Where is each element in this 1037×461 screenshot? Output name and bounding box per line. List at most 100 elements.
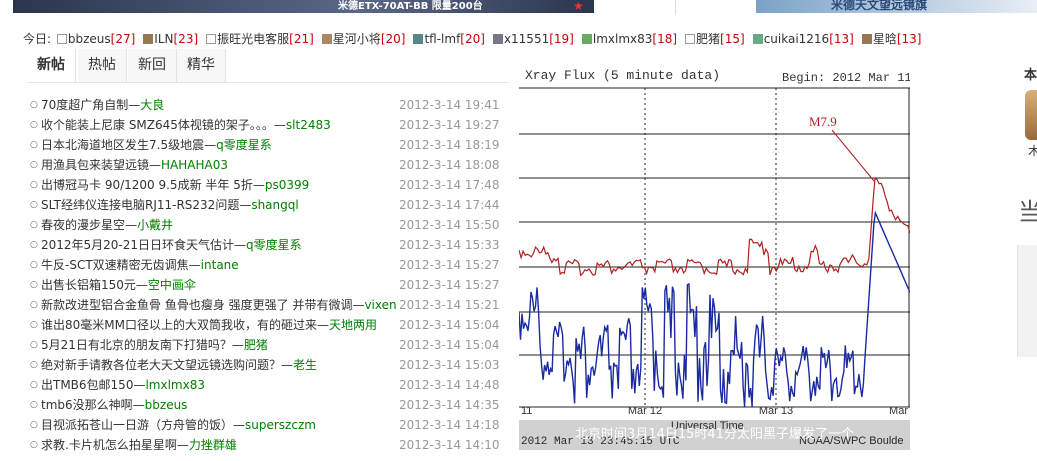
post-title-link[interactable]: 谁出80毫米MM口径以上的大双筒我收，有的砸过来—天地两用 — [41, 315, 377, 335]
right-section-title: 本 — [1024, 68, 1037, 83]
post-author-link[interactable]: 空中画伞 — [148, 278, 196, 292]
post-title: 出售长铝箱150元 — [41, 278, 136, 292]
today-user-link[interactable]: lmxlmx83[18] — [581, 30, 678, 48]
tab-new-posts[interactable]: 新帖 — [27, 49, 76, 82]
post-title-link[interactable]: 春夜的漫步星空—小戴井 — [41, 215, 173, 235]
post-separator: — — [352, 298, 365, 312]
post-title-link[interactable]: 目视派拓苍山一日游（方舟管的饭）—superszczm — [41, 415, 316, 435]
post-author-link[interactable]: intane — [201, 258, 239, 272]
list-item: ○ 日本北海道地区发生7.5级地震—q零度星系 2012-3-14 18:19 — [30, 135, 500, 155]
post-title-link[interactable]: 新款改进型铝合金鱼骨 鱼骨也瘦身 强度更强了 并带有微调—vixen — [41, 295, 397, 315]
post-title: 70度超广角自制 — [41, 98, 129, 112]
post-author-link[interactable]: q零度星系 — [216, 138, 272, 152]
post-title-link[interactable]: 用渔具包来装望远镜—HAHAHA03 — [41, 155, 228, 175]
chart-x-tick-label: 11 — [521, 405, 532, 417]
post-title-link[interactable]: 牛反-SCT双速精密无齿调焦—intane — [41, 255, 239, 275]
post-title-link[interactable]: 2012年5月20-21日日环食天气估计—q零度星系 — [41, 235, 302, 255]
post-title: SLT经纬仪连接电脑RJ11-RS232问题 — [41, 198, 240, 212]
chart-x-tick-label: Mar 13 — [759, 405, 793, 417]
today-user-link[interactable]: 星河小将[20] — [321, 30, 406, 48]
post-title: 出博冠马卡 90/1200 9.5成新 半年 5折 — [41, 178, 253, 192]
today-user-link[interactable]: 振旺光电客服[21] — [206, 30, 314, 48]
post-author-link[interactable]: ps0399 — [265, 178, 309, 192]
post-title-link[interactable]: 求教.卡片机怎么拍星星啊—力挫群雄 — [41, 435, 237, 455]
today-user-count: [18] — [652, 32, 678, 46]
today-user-link[interactable]: ILN[23] — [143, 30, 198, 48]
chart-header-right: Begin: 2012 Mar 11 — [782, 71, 910, 85]
avatar-name[interactable]: 木 — [1028, 142, 1037, 159]
post-author-link[interactable]: bbzeus — [145, 398, 188, 412]
top-banner-ad[interactable]: 米德ETX-70AT-BB 限量200台 ★ — [13, 0, 594, 13]
post-title-link[interactable]: 绝对新手请教各位老大天文望远镜选购问题？—老生 — [41, 355, 317, 375]
today-user-link[interactable]: tfl-lmf[20] — [413, 30, 485, 48]
post-title-link[interactable]: 出售长铝箱150元—空中画伞 — [41, 275, 196, 295]
post-author-link[interactable]: slt2483 — [286, 118, 331, 132]
list-item: ○ 出博冠马卡 90/1200 9.5成新 半年 5折—ps0399 2012-3-… — [30, 175, 500, 195]
post-title: 求教.卡片机怎么拍星星啊 — [41, 438, 177, 452]
today-user-link[interactable]: cuikai1216[13] — [752, 30, 854, 48]
post-author-link[interactable]: q零度星系 — [246, 238, 302, 252]
post-title: 出TMB6包邮150 — [41, 378, 134, 392]
today-user-name: x11551 — [503, 32, 550, 46]
today-user-link[interactable]: bbzeus[27] — [56, 30, 135, 48]
post-author-link[interactable]: 力挫群雄 — [189, 438, 237, 452]
post-date: 2012-3-14 15:27 — [399, 258, 500, 272]
chart-x-tick-label: Mar — [889, 405, 908, 417]
list-item: ○ 目视派拓苍山一日游（方舟管的饭）—superszczm 2012-3-14 14… — [30, 415, 500, 435]
chart-caption: 北京时间3月14日15时41分太阳黑子爆发了一个 — [519, 420, 910, 450]
today-user-count: [20] — [380, 32, 406, 46]
post-title-link[interactable]: 70度超广角自制—大良 — [41, 95, 164, 115]
today-label: 今日: — [23, 32, 52, 46]
post-title-link[interactable]: 出博冠马卡 90/1200 9.5成新 半年 5折—ps0399 — [41, 175, 309, 195]
post-author-link[interactable]: vixen — [364, 298, 396, 312]
post-title-link[interactable]: SLT经纬仪连接电脑RJ11-RS232问题—shangql — [41, 195, 299, 215]
post-date: 2012-3-14 15:21 — [399, 298, 500, 312]
today-user-count: [23] — [173, 32, 199, 46]
post-title-link[interactable]: 收个能装上尼康 SMZ645体视镜的架子。。。—slt2483 — [41, 115, 331, 135]
today-user-link[interactable]: 肥猪[15] — [685, 30, 745, 48]
post-separator: — — [252, 178, 265, 192]
post-separator: — — [204, 138, 217, 152]
post-author-link[interactable]: 老生 — [293, 358, 317, 372]
tab-hot-posts[interactable]: 热帖 — [78, 49, 127, 82]
post-author-link[interactable]: 天地两用 — [329, 318, 377, 332]
bullet-icon: ○ — [30, 440, 38, 450]
bullet-icon: ○ — [30, 120, 38, 130]
today-user-name: 肥猪 — [696, 32, 721, 46]
post-separator: — — [188, 258, 201, 272]
bullet-icon: ○ — [30, 420, 38, 430]
today-user-link[interactable]: 星晗[13] — [861, 30, 922, 48]
post-title: 日本北海道地区发生7.5级地震 — [41, 138, 205, 152]
top-banner-ad-right[interactable]: 米德天文望远镜旗 — [756, 0, 1037, 13]
avatar-icon — [752, 34, 763, 44]
post-title: 目视派拓苍山一日游（方舟管的饭） — [41, 418, 234, 432]
today-user-name: cuikai1216 — [763, 32, 830, 46]
today-user-name: 星晗 — [872, 32, 897, 46]
tab-new-replies[interactable]: 新回 — [128, 49, 177, 82]
post-author-link[interactable]: 小戴井 — [137, 218, 173, 232]
list-item: ○ 春夜的漫步星空—小戴井 2012-3-14 15:50 — [30, 215, 500, 235]
list-item: ○ 70度超广角自制—大良 2012-3-14 19:41 — [30, 95, 500, 115]
post-author-link[interactable]: HAHAHA03 — [161, 158, 228, 172]
banner-divider — [675, 0, 676, 15]
post-date: 2012-3-14 14:18 — [399, 418, 500, 432]
post-author-link[interactable]: shangql — [251, 198, 298, 212]
list-item: ○ 出TMB6包邮150—lmxlmx83 2012-3-14 14:48 — [30, 375, 500, 395]
bullet-icon: ○ — [30, 280, 38, 290]
today-user-link[interactable]: x11551[19] — [492, 30, 574, 48]
post-separator: — — [128, 98, 141, 112]
tab-featured[interactable]: 精华 — [177, 49, 226, 82]
bullet-icon: ○ — [30, 200, 38, 210]
post-author-link[interactable]: 大良 — [140, 98, 164, 112]
post-author-link[interactable]: superszczm — [245, 418, 316, 432]
avatar[interactable] — [1025, 90, 1037, 140]
post-title-link[interactable]: tmb6没那么神啊—bbzeus — [41, 395, 187, 415]
post-title-link[interactable]: 5月21日有北京的朋友南下打猎吗？—肥猪 — [41, 335, 268, 355]
today-user-count: [15] — [720, 32, 745, 46]
post-author-link[interactable]: lmxlmx83 — [145, 378, 205, 392]
today-user-count: [21] — [289, 32, 314, 46]
post-author-link[interactable]: 肥猪 — [244, 338, 268, 352]
avatar-icon — [492, 34, 503, 44]
post-title-link[interactable]: 出TMB6包邮150—lmxlmx83 — [41, 375, 205, 395]
post-title-link[interactable]: 日本北海道地区发生7.5级地震—q零度星系 — [41, 135, 272, 155]
